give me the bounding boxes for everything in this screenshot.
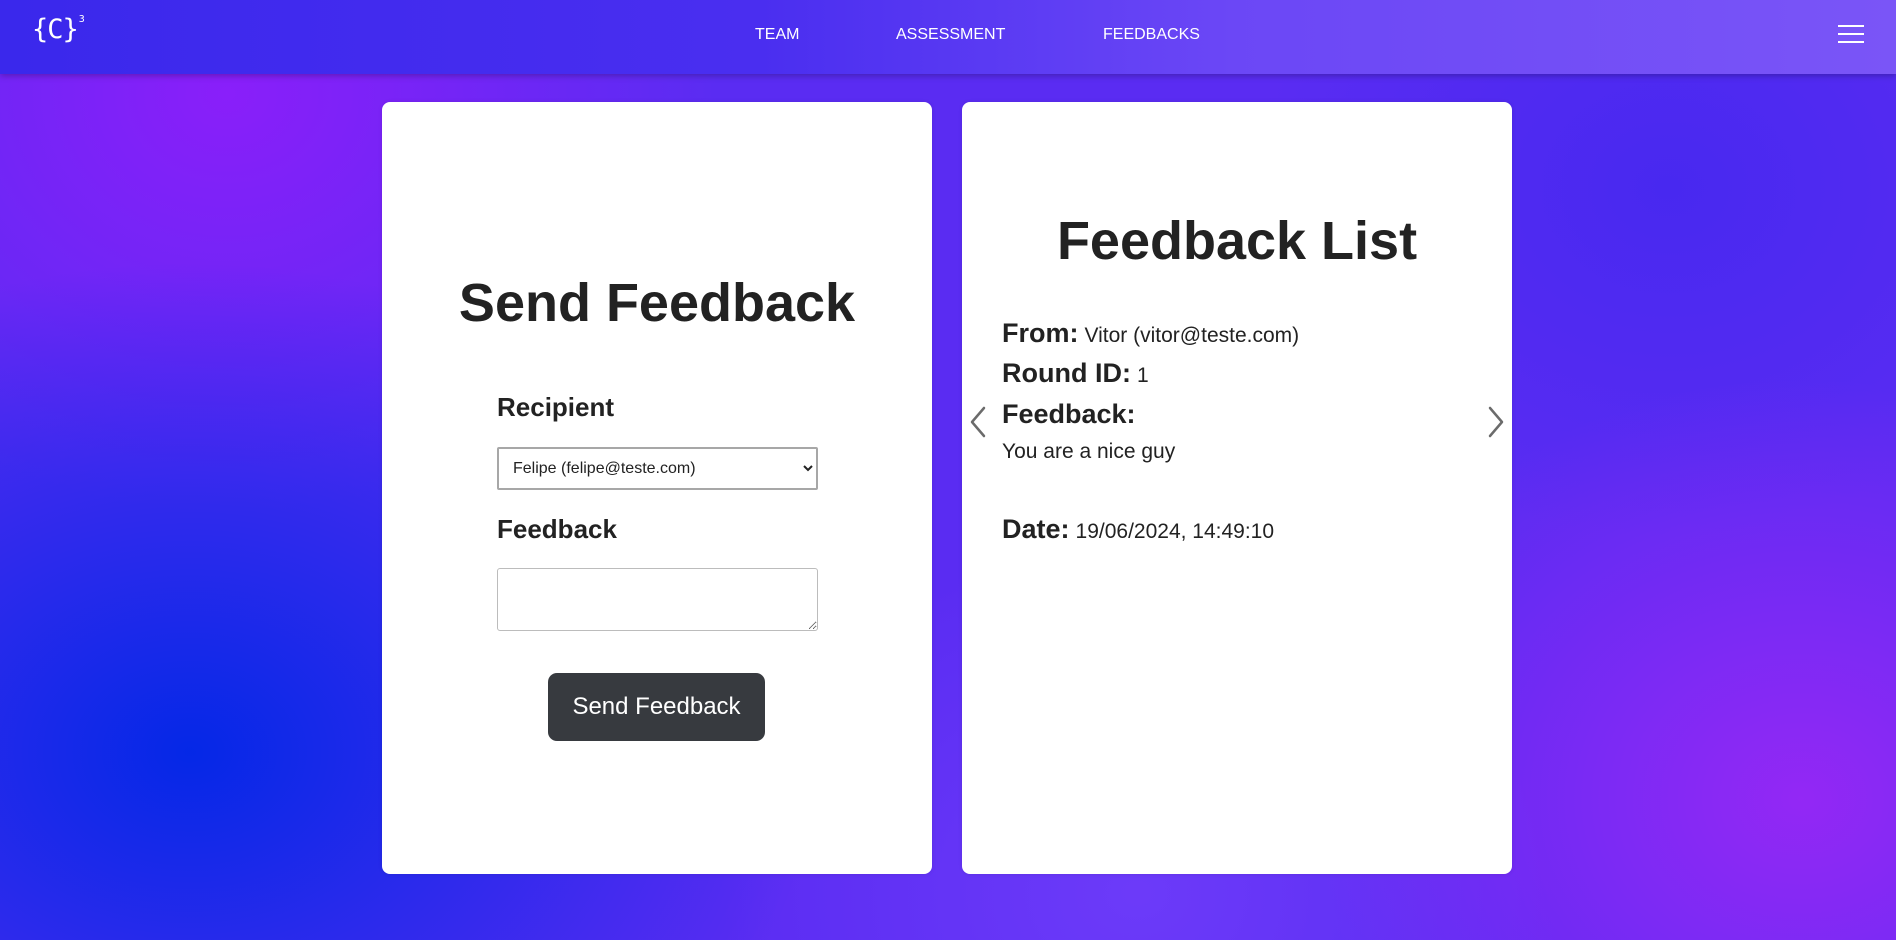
date-value: 19/06/2024, 14:49:10: [1075, 520, 1275, 543]
round-id-label: Round ID:: [1002, 358, 1131, 388]
hamburger-icon[interactable]: [1838, 24, 1864, 44]
date-label: Date:: [1002, 514, 1070, 544]
send-feedback-title: Send Feedback: [458, 273, 856, 333]
send-feedback-button[interactable]: Send Feedback: [548, 673, 765, 741]
feedback-label: Feedback: [497, 514, 617, 544]
feedback-content-label: Feedback:: [1002, 399, 1136, 429]
logo-superscript: 3: [78, 14, 85, 25]
nav-link-team[interactable]: TEAM: [755, 26, 799, 44]
round-id-value: 1: [1136, 364, 1149, 387]
feedback-content-row: Feedback:: [1002, 399, 1136, 430]
feedback-content-value: You are a nice guy: [1002, 440, 1176, 463]
chevron-right-icon[interactable]: [1484, 402, 1508, 442]
top-navbar: {C}3 TEAM ASSESSMENT FEEDBACKS: [0, 0, 1896, 74]
from-label: From:: [1002, 318, 1079, 348]
nav-links: TEAM ASSESSMENT FEEDBACKS: [0, 26, 1896, 46]
chevron-left-icon[interactable]: [966, 402, 990, 442]
feedback-textarea[interactable]: [497, 568, 818, 631]
send-feedback-card: Send Feedback Recipient Felipe (felipe@t…: [382, 102, 932, 874]
feedback-from-row: From: Vitor (vitor@teste.com): [1002, 318, 1299, 349]
nav-link-assessment[interactable]: ASSESSMENT: [896, 26, 1005, 44]
nav-link-feedbacks[interactable]: FEEDBACKS: [1103, 26, 1200, 44]
hamburger-line: [1838, 33, 1864, 35]
recipient-select[interactable]: Felipe (felipe@teste.com): [497, 447, 818, 490]
feedback-list-card: Feedback List From: Vitor (vitor@teste.co…: [962, 102, 1512, 874]
chevron-left-svg: [970, 406, 986, 438]
feedback-date-row: Date: 19/06/2024, 14:49:10: [1002, 514, 1274, 545]
feedback-list-title: Feedback List: [1056, 211, 1418, 271]
hamburger-line: [1838, 25, 1864, 27]
chevron-right-svg: [1488, 406, 1504, 438]
from-value: Vitor (vitor@teste.com): [1084, 324, 1300, 347]
feedback-round-row: Round ID: 1: [1002, 358, 1149, 389]
recipient-label: Recipient: [497, 392, 615, 422]
hamburger-line: [1838, 41, 1864, 43]
